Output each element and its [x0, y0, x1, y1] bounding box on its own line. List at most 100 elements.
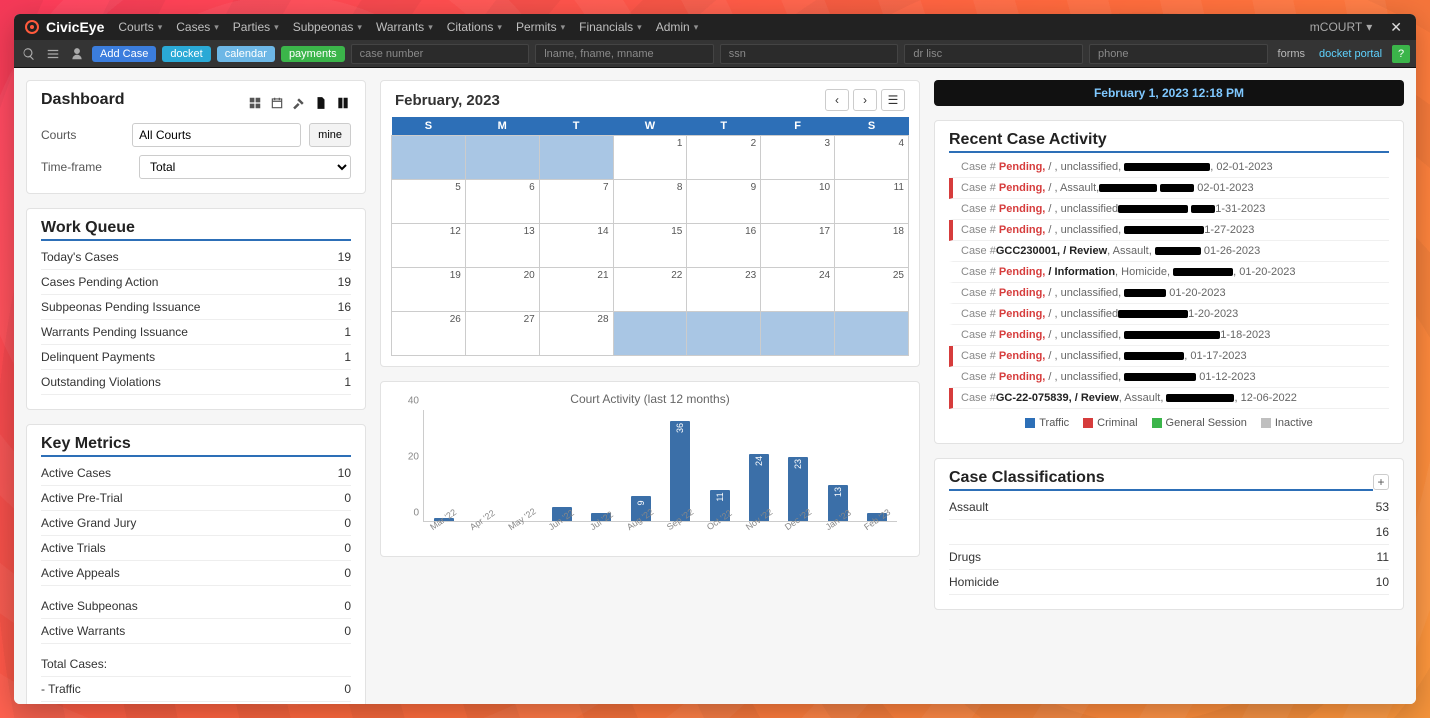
metric-row[interactable]: Active Cases10 [41, 461, 351, 486]
close-icon[interactable]: ✕ [1386, 19, 1406, 36]
grid-icon[interactable] [247, 95, 263, 111]
calendar-cell[interactable]: 24 [761, 268, 835, 312]
calendar-button[interactable]: calendar [217, 46, 275, 62]
recent-case-item[interactable]: Case # Pending, / , unclassified, 01-20-… [949, 283, 1389, 304]
metric-row[interactable]: Active Appeals0 [41, 561, 351, 586]
mine-button[interactable]: mine [309, 123, 351, 147]
calendar-cell[interactable] [613, 312, 687, 356]
recent-case-item[interactable]: Case #GCC230001, / Review, Assault, 01-2… [949, 241, 1389, 262]
nav-parties[interactable]: Parties▾ [233, 20, 279, 34]
calendar-grid[interactable]: SMTWTFS 12345678910111213141516171819202… [391, 117, 909, 356]
calendar-prev-button[interactable]: ‹ [825, 89, 849, 111]
help-button[interactable]: ? [1392, 45, 1410, 63]
calendar-cell[interactable]: 18 [835, 224, 909, 268]
add-case-button[interactable]: Add Case [92, 46, 156, 62]
document-icon[interactable] [313, 95, 329, 111]
metric-row[interactable]: - Criminal2 [41, 702, 351, 704]
recent-case-item[interactable]: Case # Pending, / Information, Homicide,… [949, 262, 1389, 283]
nav-financials[interactable]: Financials▾ [579, 20, 642, 34]
calendar-cell[interactable] [465, 136, 539, 180]
calendar-cell[interactable]: 20 [465, 268, 539, 312]
calendar-cell[interactable] [539, 136, 613, 180]
calendar-cell[interactable]: 5 [392, 180, 466, 224]
list-icon[interactable] [44, 45, 62, 63]
calendar-cell[interactable]: 10 [761, 180, 835, 224]
calendar-cell[interactable]: 1 [613, 136, 687, 180]
recent-case-item[interactable]: Case # Pending, / , unclassified, 1-27-2… [949, 220, 1389, 241]
metric-row[interactable]: Delinquent Payments1 [41, 345, 351, 370]
recent-case-item[interactable]: Case #GC-22-075839, / Review, Assault, ,… [949, 388, 1389, 409]
nav-citations[interactable]: Citations▾ [447, 20, 502, 34]
metric-row[interactable]: Active Warrants0 [41, 619, 351, 644]
calendar-cell[interactable]: 2 [687, 136, 761, 180]
calendar-cell[interactable]: 16 [687, 224, 761, 268]
metric-row[interactable]: Homicide10 [949, 570, 1389, 595]
forms-link[interactable]: forms [1274, 48, 1310, 60]
calendar-icon[interactable] [269, 95, 285, 111]
metric-row[interactable]: Active Grand Jury0 [41, 511, 351, 536]
calendar-cell[interactable]: 28 [539, 312, 613, 356]
metric-row[interactable]: - Traffic0 [41, 677, 351, 702]
docket-button[interactable]: docket [162, 46, 210, 62]
courts-input[interactable] [132, 123, 301, 147]
recent-case-item[interactable]: Case # Pending, / , unclassified, , 02-0… [949, 157, 1389, 178]
calendar-cell[interactable]: 14 [539, 224, 613, 268]
calendar-cell[interactable]: 27 [465, 312, 539, 356]
metric-row[interactable]: Warrants Pending Issuance1 [41, 320, 351, 345]
search-icon[interactable] [20, 45, 38, 63]
recent-case-item[interactable]: Case # Pending, / , unclassified1-20-202… [949, 304, 1389, 325]
calendar-cell[interactable]: 11 [835, 180, 909, 224]
calendar-cell[interactable]: 21 [539, 268, 613, 312]
metric-row[interactable]: 16 [949, 520, 1389, 545]
calendar-cell[interactable]: 8 [613, 180, 687, 224]
calendar-cell[interactable]: 22 [613, 268, 687, 312]
calendar-cell[interactable] [392, 136, 466, 180]
calendar-cell[interactable]: 17 [761, 224, 835, 268]
calendar-cell[interactable] [687, 312, 761, 356]
timeframe-select[interactable]: Total [139, 155, 351, 179]
nav-cases[interactable]: Cases▾ [176, 20, 219, 34]
gavel-icon[interactable] [291, 95, 307, 111]
docket-portal-link[interactable]: docket portal [1315, 48, 1386, 60]
name-input[interactable] [535, 44, 714, 64]
user-icon[interactable] [68, 45, 86, 63]
nav-subpeonas[interactable]: Subpeonas▾ [293, 20, 362, 34]
metric-row[interactable]: Drugs11 [949, 545, 1389, 570]
recent-case-item[interactable]: Case # Pending, / , Assault, 02-01-2023 [949, 178, 1389, 199]
case-number-input[interactable] [351, 44, 530, 64]
calendar-cell[interactable]: 23 [687, 268, 761, 312]
dr-lisc-input[interactable] [904, 44, 1083, 64]
calendar-cell[interactable] [835, 312, 909, 356]
phone-input[interactable] [1089, 44, 1268, 64]
calendar-cell[interactable]: 3 [761, 136, 835, 180]
metric-row[interactable]: Subpeonas Pending Issuance16 [41, 295, 351, 320]
recent-case-item[interactable]: Case # Pending, / , unclassified 1-31-20… [949, 199, 1389, 220]
metric-row[interactable]: Cases Pending Action19 [41, 270, 351, 295]
calendar-cell[interactable]: 9 [687, 180, 761, 224]
calendar-cell[interactable] [761, 312, 835, 356]
calendar-list-button[interactable]: ☰ [881, 89, 905, 111]
metric-row[interactable]: Outstanding Violations1 [41, 370, 351, 395]
calendar-cell[interactable]: 15 [613, 224, 687, 268]
add-classification-button[interactable]: + [1373, 474, 1389, 490]
nav-permits[interactable]: Permits▾ [516, 20, 565, 34]
calendar-next-button[interactable]: › [853, 89, 877, 111]
nav-admin[interactable]: Admin▾ [656, 20, 699, 34]
metric-row[interactable]: Today's Cases19 [41, 245, 351, 270]
calendar-cell[interactable]: 7 [539, 180, 613, 224]
book-icon[interactable] [335, 95, 351, 111]
calendar-cell[interactable]: 19 [392, 268, 466, 312]
payments-button[interactable]: payments [281, 46, 345, 62]
metric-row[interactable]: Active Trials0 [41, 536, 351, 561]
recent-case-item[interactable]: Case # Pending, / , unclassified, 1-18-2… [949, 325, 1389, 346]
calendar-cell[interactable]: 13 [465, 224, 539, 268]
app-name[interactable]: mCOURT▾ [1310, 20, 1372, 34]
recent-case-item[interactable]: Case # Pending, / , unclassified, 01-12-… [949, 367, 1389, 388]
calendar-cell[interactable]: 6 [465, 180, 539, 224]
metric-row[interactable]: Assault53 [949, 495, 1389, 520]
calendar-cell[interactable]: 4 [835, 136, 909, 180]
recent-case-item[interactable]: Case # Pending, / , unclassified, , 01-1… [949, 346, 1389, 367]
metric-row[interactable]: Active Pre-Trial0 [41, 486, 351, 511]
metric-row[interactable]: Total Cases: [41, 652, 351, 677]
metric-row[interactable]: Active Subpeonas0 [41, 594, 351, 619]
